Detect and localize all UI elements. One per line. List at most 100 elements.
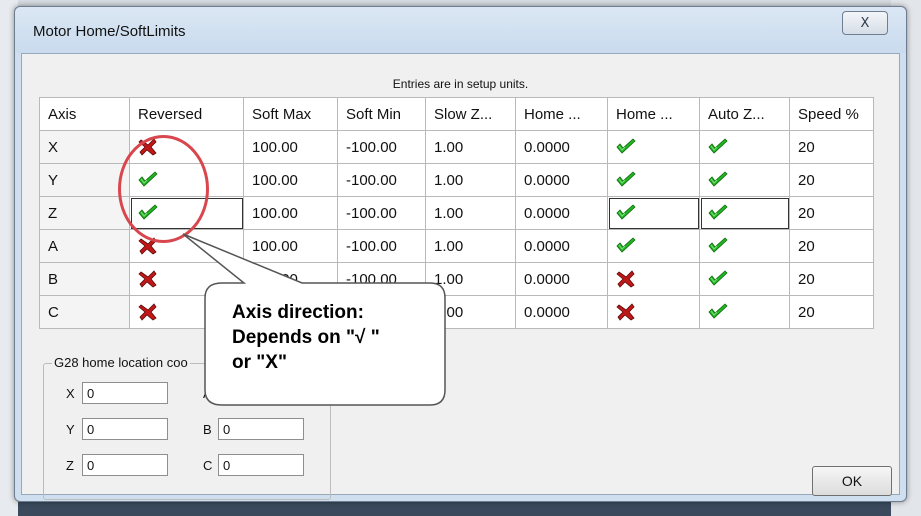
column-header-home-offset[interactable]: Home ... [515, 97, 608, 131]
column-header-home-neg[interactable]: Home ... [607, 97, 700, 131]
soft-min-cell[interactable]: -100.00 [337, 262, 426, 296]
column-header-auto-zero[interactable]: Auto Z... [699, 97, 790, 131]
callout-line-2: Depends on "√ " [232, 327, 380, 348]
title-bar[interactable]: Motor Home/SoftLimits X [15, 7, 906, 53]
callout-text: Axis direction: Depends on "√ " or "X" [232, 300, 442, 375]
home-neg-cell[interactable] [607, 163, 700, 197]
slow-zone-cell[interactable]: 1.00 [425, 262, 516, 296]
home-offset-cell[interactable]: 0.0000 [515, 295, 608, 329]
g28-x-field[interactable] [82, 382, 168, 404]
soft-max-cell[interactable]: 100.00 [243, 130, 338, 164]
speed-cell[interactable]: 20 [789, 196, 874, 230]
axis-cell[interactable]: A [39, 229, 130, 263]
home-neg-cell[interactable] [607, 229, 700, 263]
soft-min-cell[interactable]: -100.00 [337, 196, 426, 230]
speed-cell[interactable]: 20 [789, 130, 874, 164]
home-offset-cell[interactable]: 0.0000 [515, 196, 608, 230]
g28-label-c: C [203, 458, 213, 473]
g28-label-z: Z [66, 458, 74, 473]
cross-icon [616, 303, 636, 321]
speed-cell[interactable]: 20 [789, 262, 874, 296]
checkmark-icon [708, 237, 728, 254]
soft-min-cell[interactable]: -100.00 [337, 229, 426, 263]
soft-max-cell[interactable]: 100.00 [243, 229, 338, 263]
auto-zero-cell[interactable] [699, 163, 790, 197]
axis-cell[interactable]: C [39, 295, 130, 329]
soft-min-cell[interactable]: -100.00 [337, 163, 426, 197]
slow-zone-cell[interactable]: 1.00 [425, 163, 516, 197]
column-header-speed[interactable]: Speed % [789, 97, 874, 131]
motor-home-softlimits-dialog: Motor Home/SoftLimits X Entries are in s… [14, 6, 907, 502]
reversed-cell[interactable] [129, 295, 244, 329]
speed-cell[interactable]: 20 [789, 229, 874, 263]
cross-icon [138, 270, 158, 288]
column-header-axis[interactable]: Axis [39, 97, 130, 131]
auto-zero-cell[interactable] [699, 262, 790, 296]
auto-zero-cell[interactable] [699, 229, 790, 263]
axis-cell[interactable]: B [39, 262, 130, 296]
g28-y-field[interactable] [82, 418, 168, 440]
ok-button-label: OK [841, 473, 863, 489]
checkmark-icon [616, 138, 636, 155]
checkmark-icon [708, 171, 728, 188]
auto-zero-cell[interactable] [699, 295, 790, 329]
soft-max-cell[interactable]: 100.00 [243, 262, 338, 296]
speed-cell[interactable]: 20 [789, 295, 874, 329]
column-header-reversed[interactable]: Reversed [129, 97, 244, 131]
axis-cell[interactable]: X [39, 130, 130, 164]
table-row[interactable]: B 100.00 -100.00 1.00 0.0000 20 [39, 262, 874, 296]
column-header-slow-zone[interactable]: Slow Z... [425, 97, 516, 131]
g28-home-location-group: G28 home location coo X Y Z A B C [43, 355, 331, 500]
cross-icon [616, 270, 636, 288]
home-neg-cell[interactable] [607, 130, 700, 164]
dialog-client-area: Entries are in setup units. Axis Reverse… [21, 53, 900, 500]
checkmark-icon [616, 237, 636, 254]
home-neg-cell[interactable] [607, 262, 700, 296]
home-offset-cell[interactable]: 0.0000 [515, 163, 608, 197]
home-offset-cell[interactable]: 0.0000 [515, 229, 608, 263]
g28-group-title: G28 home location coo [52, 355, 190, 370]
callout-line-1: Axis direction: [232, 302, 364, 323]
g28-label-a: A [203, 386, 212, 401]
g28-label-b: B [203, 422, 212, 437]
auto-zero-cell[interactable] [699, 130, 790, 164]
g28-label-y: Y [66, 422, 75, 437]
slow-zone-cell[interactable]: 1.00 [425, 229, 516, 263]
axis-cell[interactable]: Y [39, 163, 130, 197]
close-icon: X [860, 15, 870, 31]
checkmark-icon [708, 138, 728, 155]
home-offset-cell[interactable]: 0.0000 [515, 130, 608, 164]
home-offset-cell[interactable]: 0.0000 [515, 262, 608, 296]
reversed-column-highlight [118, 135, 209, 243]
window-title: Motor Home/SoftLimits [33, 23, 186, 40]
axis-cell[interactable]: Z [39, 196, 130, 230]
auto-zero-cell[interactable] [699, 196, 790, 230]
home-neg-cell[interactable] [607, 295, 700, 329]
callout-line-3: or "X" [232, 352, 287, 373]
soft-max-cell[interactable]: 100.00 [243, 163, 338, 197]
close-button[interactable]: X [842, 11, 888, 35]
checkmark-icon [708, 270, 728, 287]
slow-zone-cell[interactable]: 1.00 [425, 130, 516, 164]
table-row[interactable]: C 100.00 -100.00 1.00 0.0000 20 [39, 295, 874, 329]
g28-z-field[interactable] [82, 454, 168, 476]
checkmark-icon [616, 171, 636, 188]
slow-zone-cell[interactable]: 1.00 [425, 196, 516, 230]
g28-b-field[interactable] [218, 418, 304, 440]
reversed-cell[interactable] [129, 262, 244, 296]
soft-min-cell[interactable]: -100.00 [337, 130, 426, 164]
soft-max-cell[interactable]: 100.00 [243, 196, 338, 230]
checkmark-icon [708, 204, 728, 221]
g28-a-field[interactable] [218, 382, 304, 404]
g28-c-field[interactable] [218, 454, 304, 476]
home-neg-cell[interactable] [607, 196, 700, 230]
checkmark-icon [616, 204, 636, 221]
column-header-soft-min[interactable]: Soft Min [337, 97, 426, 131]
column-header-soft-max[interactable]: Soft Max [243, 97, 338, 131]
ok-button[interactable]: OK [812, 466, 892, 496]
units-note: Entries are in setup units. [392, 77, 529, 91]
cross-icon [138, 303, 158, 321]
table-header-row: Axis Reversed Soft Max Soft Min Slow Z..… [39, 97, 874, 131]
checkmark-icon [708, 303, 728, 320]
speed-cell[interactable]: 20 [789, 163, 874, 197]
